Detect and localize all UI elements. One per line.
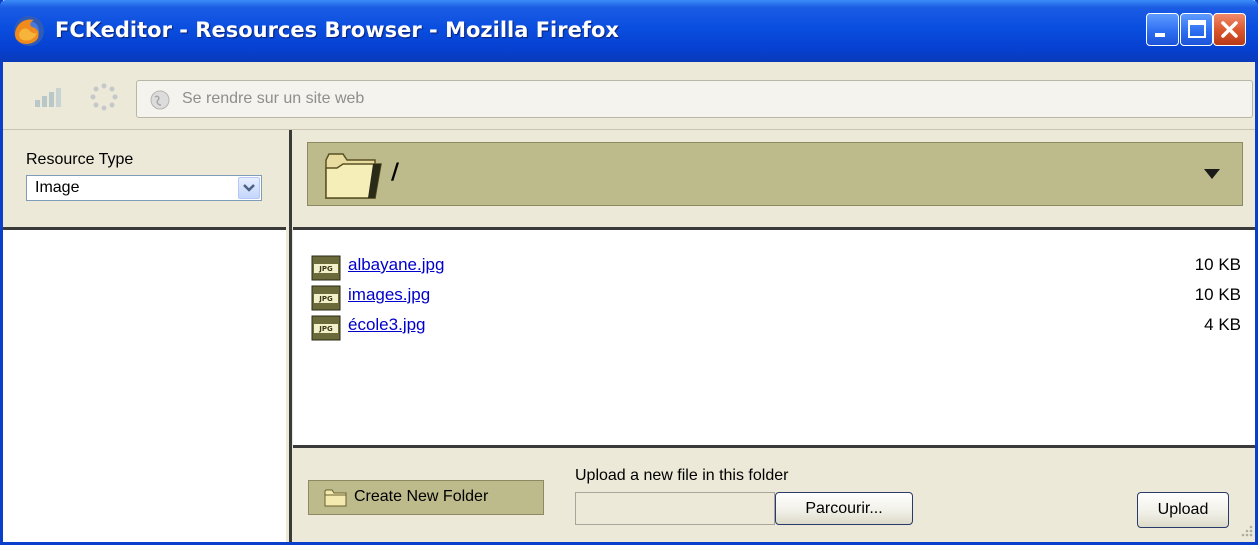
resize-grip-icon[interactable] (1240, 524, 1254, 538)
file-size: 4 KB (1204, 315, 1241, 334)
file-row[interactable]: JPG images.jpg 10 KB (311, 283, 1241, 312)
folder-icon (324, 489, 347, 507)
resource-type-value: Image (35, 179, 80, 196)
url-bar[interactable]: Se rendre sur un site web (136, 80, 1253, 118)
globe-icon (150, 90, 170, 110)
upload-button[interactable]: Upload (1137, 492, 1229, 528)
left-divider (3, 227, 286, 230)
folder-path: / (391, 160, 400, 185)
file-link[interactable]: images.jpg (348, 285, 430, 305)
signal-icon (35, 88, 61, 107)
throbber-icon (90, 83, 118, 111)
jpg-file-icon: JPG (311, 255, 341, 281)
file-size: 10 KB (1194, 285, 1241, 304)
browser-window: FCKeditor - Resources Browser - Mozilla … (0, 0, 1258, 545)
jpg-file-icon: JPG (311, 285, 341, 311)
minimize-button[interactable] (1146, 13, 1179, 46)
create-folder-button[interactable]: Create New Folder (308, 480, 544, 515)
upload-heading: Upload a new file in this folder (575, 467, 789, 484)
maximize-button[interactable] (1180, 13, 1213, 46)
firefox-icon (14, 16, 44, 46)
browse-label: Parcourir... (805, 500, 883, 517)
resource-type-select[interactable]: Image (26, 175, 262, 201)
title-bar[interactable]: FCKeditor - Resources Browser - Mozilla … (0, 0, 1258, 62)
svg-text:JPG: JPG (318, 325, 333, 333)
chevron-down-icon (243, 184, 255, 192)
current-folder-bar[interactable] (307, 142, 1243, 206)
close-button[interactable] (1213, 13, 1246, 46)
folder-open-icon (325, 153, 382, 199)
jpg-file-icon: JPG (311, 315, 341, 341)
window-title: FCKeditor - Resources Browser - Mozilla … (55, 18, 619, 42)
select-dropdown-button[interactable] (238, 177, 260, 199)
resource-type-label: Resource Type (26, 151, 134, 168)
upload-button-label: Upload (1157, 501, 1209, 518)
create-folder-label: Create New Folder (354, 488, 489, 505)
file-link[interactable]: albayane.jpg (348, 255, 444, 275)
maximize-icon (1188, 20, 1206, 38)
minimize-icon (1155, 33, 1165, 37)
file-path-input[interactable] (575, 492, 775, 525)
dropdown-arrow-icon[interactable] (1202, 167, 1222, 181)
file-row[interactable]: JPG albayane.jpg 10 KB (311, 253, 1241, 282)
svg-text:JPG: JPG (318, 295, 333, 303)
svg-text:JPG: JPG (318, 265, 333, 273)
file-row[interactable]: JPG école3.jpg 4 KB (311, 313, 1241, 342)
close-icon (1221, 21, 1238, 38)
url-placeholder: Se rendre sur un site web (182, 90, 365, 107)
browse-button[interactable]: Parcourir... (775, 492, 913, 525)
file-size: 10 KB (1194, 255, 1241, 274)
splitter-line (289, 130, 292, 542)
file-link[interactable]: école3.jpg (348, 315, 426, 335)
